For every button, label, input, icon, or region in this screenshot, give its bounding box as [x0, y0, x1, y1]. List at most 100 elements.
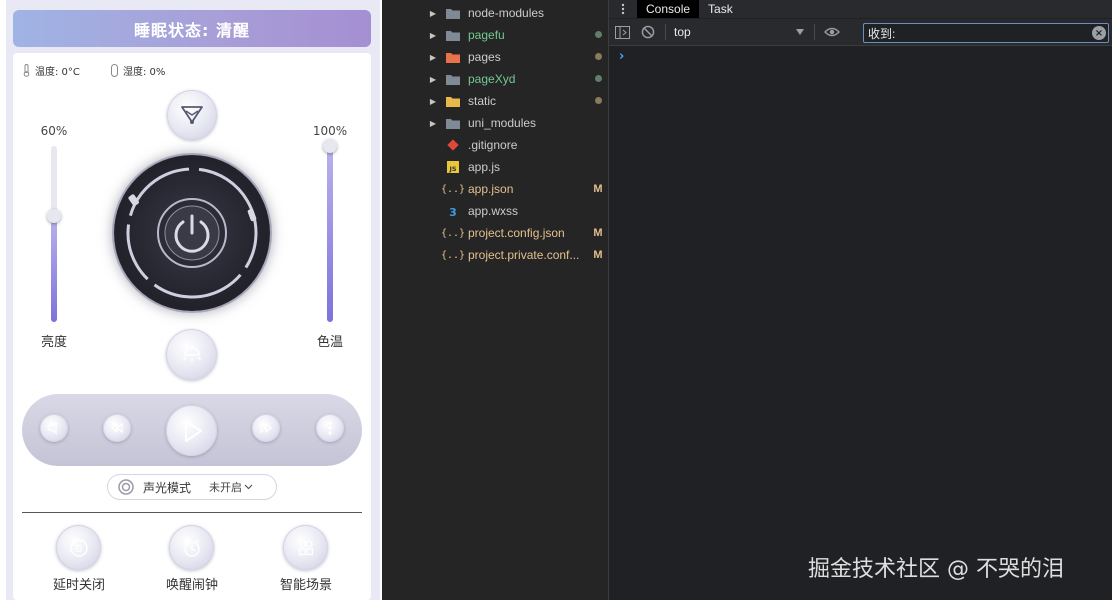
section-divider — [22, 512, 362, 513]
editor-gutter — [382, 0, 420, 600]
svg-text:3: 3 — [449, 206, 457, 217]
ceiling-light-icon — [182, 344, 201, 362]
brightness-slider: 60% 亮度 — [34, 124, 74, 350]
tree-item[interactable]: ▶ node-modules — [420, 2, 608, 24]
chevron-right-icon: ▶ — [429, 30, 437, 40]
git-status-dot — [588, 51, 608, 63]
color-temp-fill — [327, 146, 333, 322]
tree-item[interactable]: ▶ pageXyd — [420, 68, 608, 90]
light-toggle-button[interactable] — [166, 329, 217, 380]
scene-grid-icon — [298, 539, 313, 555]
clear-filter-button[interactable]: × — [1092, 26, 1106, 40]
tree-item[interactable]: ▶ static — [420, 90, 608, 112]
tree-item[interactable]: ▶ pagefu — [420, 24, 608, 46]
devtools-tab-bar: Console Task — [609, 0, 1112, 18]
tree-item-label: .gitignore — [468, 138, 518, 152]
git-status-dot — [588, 73, 608, 85]
mode-status: 未开启 — [209, 479, 253, 495]
sleep-status-header: 睡眠状态: 清醒 — [13, 10, 371, 47]
tree-item[interactable]: {..} project.private.conf... M — [420, 244, 608, 266]
fast-forward-icon — [260, 422, 272, 434]
devtools-panel: Console Task top 收到: × › — [608, 0, 1112, 600]
color-temp-percent: 100% — [312, 124, 348, 138]
tree-item-label: app.json — [468, 182, 514, 196]
humidity-readout: 湿度: 0% — [110, 63, 165, 78]
lamp-shade-icon — [181, 106, 203, 124]
wake-alarm-button[interactable] — [169, 525, 214, 570]
color-temp-slider: 100% 色温 — [310, 124, 350, 350]
tree-item[interactable]: .gitignore — [420, 134, 608, 156]
tree-item-label: pageXyd — [468, 72, 516, 86]
top-mode-button[interactable] — [167, 90, 217, 140]
chevron-down-icon — [244, 484, 253, 490]
folder-icon — [446, 94, 460, 108]
toolbar-separator — [814, 24, 815, 40]
chevron-right-icon: ▶ — [429, 8, 437, 18]
tree-item[interactable]: ▶ pages — [420, 46, 608, 68]
console-filter: × — [863, 23, 1109, 43]
more-vertical-icon — [328, 421, 332, 435]
context-selector[interactable]: top — [670, 21, 810, 43]
tree-item[interactable]: {..} project.config.json M — [420, 222, 608, 244]
folder-icon — [446, 28, 460, 42]
git-modified-badge: M — [593, 249, 603, 261]
json-file-icon: {..} — [440, 227, 466, 239]
watermark: 掘金技术社区 @ 不哭的泪 — [808, 557, 1064, 582]
rewind-icon — [111, 422, 123, 434]
tree-item-label: static — [468, 94, 497, 108]
brightness-fill — [51, 216, 57, 322]
humidity-icon — [111, 64, 118, 77]
more-button[interactable] — [316, 414, 344, 442]
color-temp-thumb[interactable] — [323, 139, 337, 153]
context-value: top — [674, 25, 691, 39]
tree-item[interactable]: {..} app.json M — [420, 178, 608, 200]
delay-off-button[interactable]: B — [56, 525, 101, 570]
git-modified-badge: M — [593, 183, 603, 195]
tree-item-label: app.js — [468, 160, 501, 174]
sidebar-toggle-icon — [614, 25, 630, 39]
toolbar-separator — [665, 24, 666, 40]
chevron-right-icon: ▶ — [429, 52, 437, 62]
tab-console[interactable]: Console — [637, 0, 700, 18]
tree-item[interactable]: ▶ uni_modules — [420, 112, 608, 134]
fast-forward-button[interactable] — [252, 414, 280, 442]
tab-task[interactable]: Task — [699, 0, 742, 18]
alarm-clock-icon — [183, 538, 200, 557]
clear-console-button[interactable] — [635, 19, 661, 45]
brightness-track[interactable] — [47, 146, 61, 322]
folder-icon — [446, 50, 460, 64]
svg-text:B: B — [75, 544, 82, 555]
tree-item-label: pages — [468, 50, 501, 64]
tree-item-label: uni_modules — [468, 116, 537, 130]
tree-item-label: node-modules — [468, 6, 545, 20]
folder-icon — [446, 72, 460, 86]
tree-item[interactable]: 3 app.wxss — [420, 200, 608, 222]
play-icon — [184, 419, 202, 442]
delay-off-label: 延时关闭 — [52, 578, 105, 593]
play-button[interactable] — [166, 405, 217, 456]
color-temp-track[interactable] — [323, 139, 337, 322]
sound-light-mode-toggle[interactable]: 声光模式 未开启 — [107, 474, 277, 500]
smart-scene-button[interactable] — [283, 525, 328, 570]
chevron-right-icon: ▶ — [429, 74, 437, 84]
eye-icon — [824, 27, 840, 37]
git-icon — [446, 138, 460, 152]
rewind-button[interactable] — [103, 414, 131, 442]
brightness-thumb[interactable] — [47, 209, 61, 224]
volume-button[interactable] — [40, 414, 68, 442]
filter-input[interactable] — [868, 26, 1092, 40]
sidebar-toggle-button[interactable] — [609, 19, 635, 45]
console-prompt[interactable]: › — [619, 49, 624, 64]
git-status-dot — [588, 29, 608, 41]
tree-item[interactable]: JS app.js — [420, 156, 608, 178]
json-file-icon: {..} — [440, 183, 466, 195]
kebab-menu-icon — [621, 3, 625, 15]
more-tabs-button[interactable] — [609, 0, 637, 18]
thermometer-icon — [23, 64, 30, 77]
brightness-label: 亮度 — [40, 335, 67, 350]
chevron-right-icon: ▶ — [429, 96, 437, 106]
power-knob[interactable] — [114, 155, 270, 311]
live-expression-button[interactable] — [819, 19, 845, 45]
power-icon — [174, 214, 210, 253]
js-file-icon: JS — [446, 160, 460, 174]
